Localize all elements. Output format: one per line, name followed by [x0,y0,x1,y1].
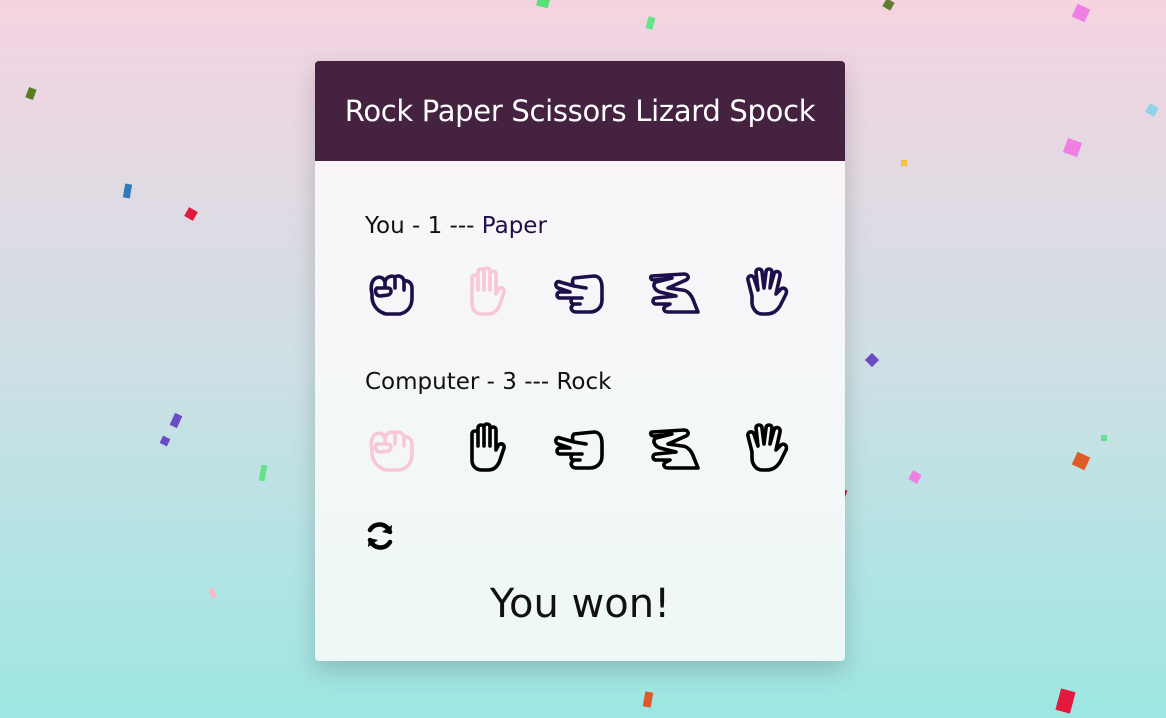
player-lizard-button[interactable] [645,263,701,319]
card-header: Rock Paper Scissors Lizard Spock [315,61,845,161]
player-rock-button[interactable] [363,263,419,319]
confetti-piece [864,352,880,368]
player-choice: Paper [481,213,547,239]
lizard-icon [646,264,700,318]
confetti-piece [208,587,217,599]
player-label: You [365,213,405,239]
confetti-piece [908,470,922,484]
result-message: You won! [489,581,671,627]
spock-icon [740,420,794,474]
confetti-piece [122,183,133,199]
computer-score: 3 [502,369,517,395]
confetti-piece [1055,688,1076,714]
lizard-icon [646,420,700,474]
computer-label: Computer [365,369,480,395]
confetti-piece [642,691,654,708]
confetti-piece [169,412,183,429]
spock-icon [740,264,794,318]
rock-icon [364,264,418,318]
confetti-piece [536,0,550,9]
game-card: Rock Paper Scissors Lizard Spock You - 1… [315,61,845,661]
rock-icon [364,420,418,474]
scissors-icon [552,420,606,474]
scissors-icon [552,264,606,318]
computer-hands [363,419,833,475]
game-title: Rock Paper Scissors Lizard Spock [344,94,816,128]
confetti-piece [645,16,656,30]
confetti-piece [901,160,907,166]
computer-choice: Rock [556,369,612,395]
confetti-piece [882,0,895,11]
computer-separator: --- [524,369,550,395]
confetti-piece [1101,435,1107,441]
player-scissors-button[interactable] [551,263,607,319]
confetti-piece [1071,3,1091,23]
refresh-icon [367,522,393,550]
confetti-piece [25,86,37,101]
player-paper-button[interactable] [457,263,513,319]
confetti-piece [258,464,268,482]
reset-button[interactable] [363,519,397,553]
paper-icon [458,420,512,474]
confetti-piece [184,207,198,221]
player-spock-button[interactable] [739,263,795,319]
computer-spock [739,419,795,475]
confetti-piece [1145,103,1159,117]
player-score: 1 [427,213,443,239]
computer-paper [457,419,513,475]
confetti-piece [1062,137,1083,158]
player-separator: --- [449,213,475,239]
computer-status: Computer - 3 --- Rock [365,369,612,395]
computer-rock [363,419,419,475]
computer-lizard [645,419,701,475]
computer-scissors [551,419,607,475]
confetti-piece [159,435,171,447]
player-hands [363,263,833,319]
paper-icon [458,264,512,318]
confetti-piece [1071,451,1091,471]
player-status: You - 1 --- Paper [365,213,547,239]
